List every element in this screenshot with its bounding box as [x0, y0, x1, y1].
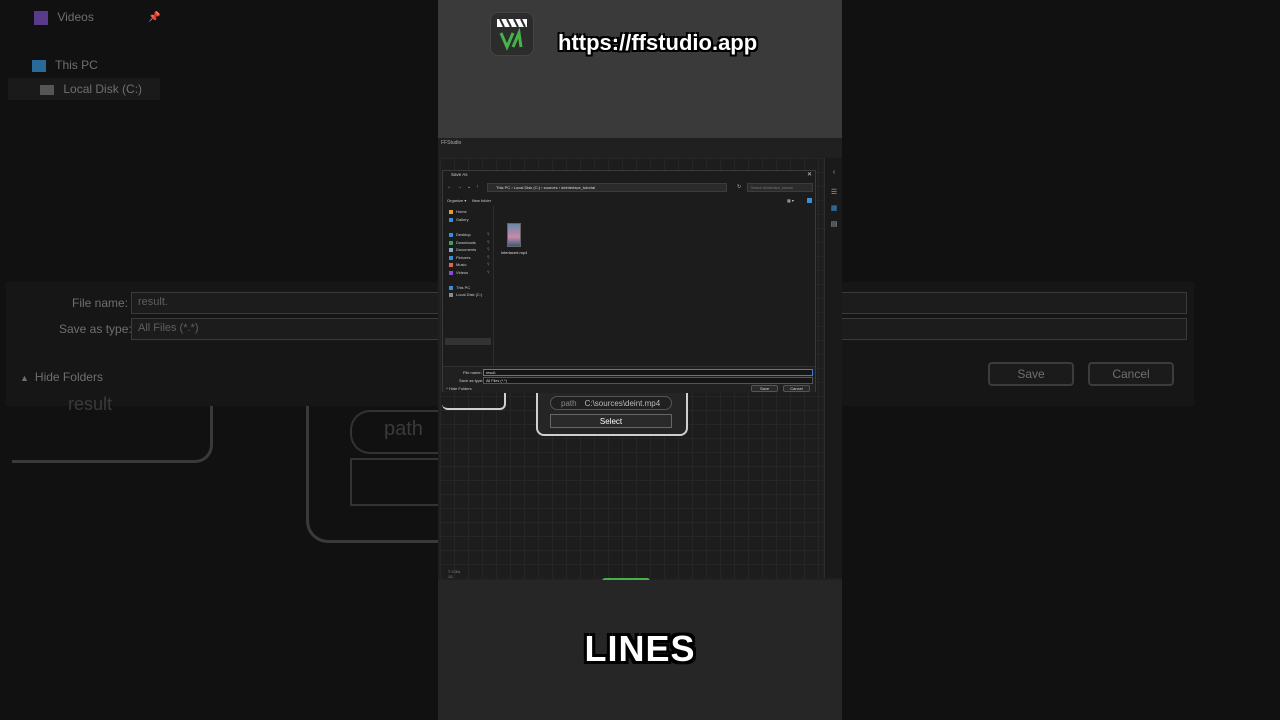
nav-gallery[interactable]: Gallery	[449, 217, 469, 222]
bg-hide-folders: ▲ Hide Folders	[20, 370, 103, 384]
save-as-type-select[interactable]: All Files (*.*)	[483, 377, 813, 384]
search-input[interactable]: Search deinterlace_tutorial	[747, 183, 813, 192]
panel-icon[interactable]: ▤	[829, 220, 839, 230]
dialog-title: Save As	[451, 172, 468, 177]
music-icon	[449, 262, 453, 267]
help-icon[interactable]	[807, 198, 812, 203]
cancel-button[interactable]: Cancel	[783, 385, 810, 392]
video-icon	[449, 270, 453, 275]
dialog-toolbar: Organize ▾ New folder	[447, 198, 492, 203]
nav-home[interactable]: Home	[449, 209, 467, 214]
chevron-left-icon[interactable]: ‹	[829, 168, 839, 178]
save-button[interactable]: Save	[751, 385, 778, 392]
pictures-icon	[449, 255, 453, 260]
nav-music[interactable]: Music	[449, 262, 466, 267]
subtitle-caption: LINES	[584, 628, 696, 669]
dialog-footer: File name: result. Save as type: All Fil…	[443, 366, 815, 393]
disk-icon	[449, 292, 453, 297]
document-icon	[449, 247, 453, 252]
file-name-input[interactable]: result.	[483, 369, 813, 376]
app-window: FFStudio path C:\sources\deint.mp4 Select…	[438, 138, 842, 594]
pc-icon	[449, 285, 453, 290]
back-arrow-icon[interactable]: ←	[447, 184, 452, 190]
pin-icon: ⚲	[487, 262, 490, 266]
chevron-up-icon: ▲	[20, 373, 29, 383]
nav-desktop[interactable]: Desktop	[449, 232, 471, 237]
app-title: FFStudio	[441, 140, 462, 146]
navigation-pane: Home Gallery Desktop Downloads Documents…	[443, 206, 494, 366]
graph-canvas[interactable]: path C:\sources\deint.mp4 Select T: 0.00s…	[440, 158, 822, 594]
pin-icon: ⚲	[487, 240, 490, 244]
bg-nav-this-pc: This PC	[32, 58, 98, 72]
file-name-label: File name:	[463, 370, 482, 375]
pin-icon: ⚲	[487, 232, 490, 236]
new-folder-button[interactable]: New folder	[472, 198, 491, 203]
chevron-down-icon[interactable]: ⌄	[467, 184, 471, 190]
nav-documents[interactable]: Documents	[449, 247, 476, 252]
view-options-icon[interactable]: ▦ ▾	[787, 198, 794, 203]
bg-save-type-label: Save as type:	[59, 322, 132, 336]
node-select-button[interactable]: Select	[550, 414, 672, 428]
refresh-icon[interactable]: ↻	[737, 184, 741, 190]
file-name-label[interactable]: interlaced.mp4	[501, 250, 527, 255]
bg-node-left: result	[12, 394, 213, 463]
download-icon	[449, 240, 453, 245]
pin-icon: ⚲	[487, 247, 490, 251]
nav-videos[interactable]: Videos	[449, 270, 468, 275]
nav-downloads[interactable]: Downloads	[449, 240, 476, 245]
pin-icon: ⚲	[487, 270, 490, 274]
video-file-thumbnail-icon[interactable]	[507, 223, 521, 247]
nav-pictures[interactable]: Pictures	[449, 255, 470, 260]
pin-icon: 📌	[148, 12, 161, 23]
up-arrow-icon[interactable]: ↑	[476, 184, 479, 190]
bg-path-pill: path	[350, 410, 440, 454]
forward-arrow-icon[interactable]: →	[457, 184, 462, 190]
save-as-type-label: Save as type:	[459, 378, 484, 383]
node-path-field[interactable]: path C:\sources\deint.mp4	[550, 396, 672, 410]
gallery-icon	[449, 217, 453, 222]
clapperboard-logo-icon	[490, 12, 534, 56]
monitor-icon	[32, 59, 46, 72]
bg-nav-videos: Videos	[34, 10, 94, 25]
hide-folders-toggle[interactable]: ^ Hide Folders	[446, 386, 472, 391]
bg-save-button: Save	[988, 362, 1074, 386]
bg-nav-local-disk: Local Disk (C:)	[40, 82, 142, 96]
layers-icon[interactable]: ☰	[829, 188, 839, 198]
website-url: https://ffstudio.app	[558, 30, 758, 55]
video-frame: https://ffstudio.app FFStudio path C:\sou…	[438, 0, 842, 720]
right-toolbar: ‹ ☰ ▦ ▤	[824, 158, 842, 578]
pin-icon: ⚲	[487, 255, 490, 259]
desktop-icon	[449, 232, 453, 237]
nav-local-disk[interactable]: Local Disk (C:)	[449, 292, 482, 297]
close-icon[interactable]: ✕	[807, 171, 812, 178]
grid-icon[interactable]: ▦	[829, 204, 839, 214]
bg-file-name-label: File name:	[72, 296, 129, 310]
selected-nav-highlight	[445, 338, 491, 345]
video-folder-icon	[34, 10, 48, 25]
nav-this-pc[interactable]: This PC	[449, 285, 470, 290]
bg-select-box	[350, 458, 440, 506]
drive-icon	[40, 84, 54, 95]
save-as-dialog: Save As ✕ ← → ⌄ ↑ This PC › Local Disk (…	[442, 170, 816, 393]
home-icon	[449, 209, 453, 214]
address-bar[interactable]: This PC › Local Disk (C:) › sources › de…	[487, 183, 727, 192]
organize-button[interactable]: Organize	[447, 198, 463, 203]
frame-top-area: https://ffstudio.app	[438, 0, 842, 138]
bg-cancel-button: Cancel	[1088, 362, 1174, 386]
